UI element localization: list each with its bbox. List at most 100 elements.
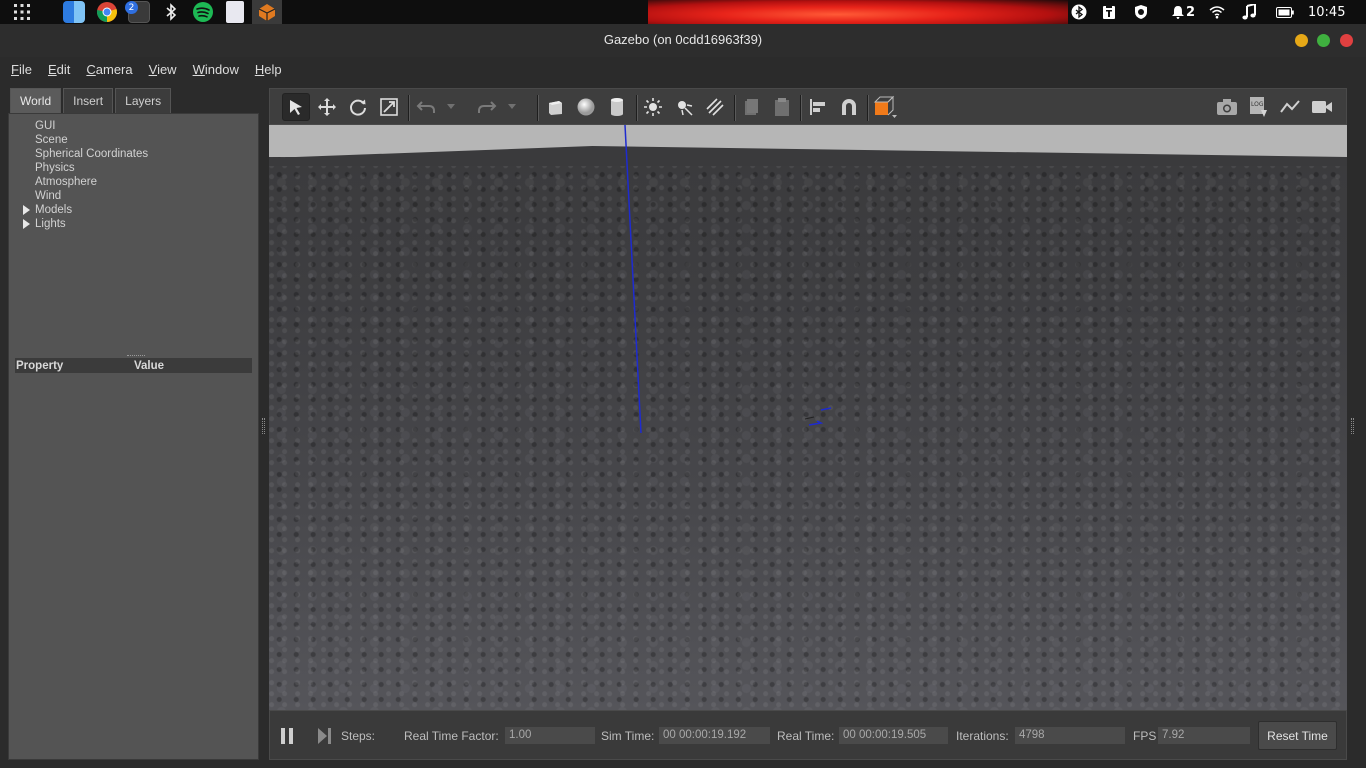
minimize-button[interactable] <box>1295 34 1308 47</box>
scale-mode-button[interactable] <box>375 93 403 121</box>
align-button[interactable] <box>804 93 832 121</box>
menu-edit-label: dit <box>56 61 71 77</box>
wifi-icon[interactable] <box>1209 0 1227 24</box>
directional-light-icon <box>706 98 724 116</box>
sphere-icon <box>577 98 595 116</box>
line-chart-icon <box>1280 100 1300 113</box>
shield-icon[interactable] <box>1133 0 1151 24</box>
chevron-down-icon <box>508 104 516 109</box>
point-light-button[interactable] <box>639 93 667 121</box>
step-button[interactable] <box>317 727 333 748</box>
notification-count: 2 <box>1185 4 1195 20</box>
model-origin-marker[interactable] <box>804 407 832 426</box>
menu-help[interactable]: Help <box>255 62 282 77</box>
undo-history-dropdown[interactable] <box>444 93 458 121</box>
property-column-header: Property <box>16 359 64 372</box>
terminal-badge: 2 <box>125 1 138 14</box>
real-time-factor-field: 1.00 <box>504 726 596 745</box>
gazebo-icon[interactable] <box>252 0 282 24</box>
tree-item-gui[interactable]: GUI <box>35 120 55 132</box>
redo-button[interactable] <box>473 93 501 121</box>
menu-view[interactable]: View <box>149 62 177 77</box>
menu-file-mnemonic: F <box>11 61 19 77</box>
toolbar-separator <box>800 95 802 121</box>
panel-splitter-handle[interactable] <box>127 355 145 357</box>
expand-arrow-icon[interactable] <box>23 219 30 229</box>
window-title-bar[interactable]: Gazebo (on 0cdd16963f39) <box>0 24 1366 57</box>
menu-edit-mnemonic: E <box>47 61 57 77</box>
reset-time-button[interactable]: Reset Time <box>1258 721 1337 750</box>
menu-view-mnemonic: V <box>148 61 158 77</box>
sphere-shape-button[interactable] <box>572 93 600 121</box>
bluetooth-icon[interactable] <box>160 0 182 24</box>
scene-toolbar: LOG <box>269 88 1347 125</box>
redo-history-dropdown[interactable] <box>505 93 519 121</box>
select-mode-button[interactable] <box>282 93 310 121</box>
svg-text:LOG: LOG <box>1251 101 1264 108</box>
menu-window[interactable]: Window <box>193 62 239 77</box>
screenshot-button[interactable] <box>1213 93 1241 121</box>
left-panel: World Insert Layers GUI Scene Spherical … <box>8 88 259 760</box>
menu-file[interactable]: File <box>11 62 32 77</box>
snap-button[interactable] <box>835 93 863 121</box>
tree-item-atmosphere[interactable]: Atmosphere <box>35 176 97 188</box>
cylinder-shape-button[interactable] <box>603 93 631 121</box>
right-resize-handle[interactable] <box>1351 418 1354 434</box>
tab-layers[interactable]: Layers <box>115 88 172 113</box>
document-viewer-icon[interactable] <box>223 0 247 24</box>
plot-button[interactable] <box>1276 93 1304 121</box>
move-arrows-icon <box>318 98 336 116</box>
tab-world[interactable]: World <box>10 88 62 113</box>
box-icon <box>549 101 562 115</box>
menu-camera-label: amera <box>95 61 133 77</box>
battery-icon[interactable] <box>1276 0 1296 24</box>
paste-button[interactable] <box>768 93 796 121</box>
toolbar-separator <box>636 95 638 121</box>
clipboard-icon[interactable] <box>1101 0 1119 24</box>
view-angle-button[interactable] <box>871 93 899 121</box>
translate-mode-button[interactable] <box>313 93 341 121</box>
bluetooth-status-icon[interactable] <box>1071 0 1089 24</box>
sun-light-icon <box>644 98 662 116</box>
menu-window-mnemonic: W <box>192 61 205 77</box>
pause-icon <box>281 728 293 744</box>
tree-item-lights[interactable]: Lights <box>35 218 66 230</box>
time-panel: Steps: Real Time Factor: 1.00 Sim Time: … <box>269 710 1347 760</box>
terminal-icon[interactable]: 2 <box>125 0 152 24</box>
finder-icon[interactable] <box>62 0 86 24</box>
spot-light-icon <box>678 101 693 116</box>
tree-item-spherical-coordinates[interactable]: Spherical Coordinates <box>35 148 148 160</box>
log-data-button[interactable]: LOG <box>1244 93 1272 121</box>
menu-camera[interactable]: Camera <box>86 62 132 77</box>
menu-edit[interactable]: Edit <box>48 62 70 77</box>
clock[interactable]: 10:45 <box>1308 0 1345 24</box>
expand-arrow-icon[interactable] <box>23 205 30 215</box>
chrome-icon[interactable] <box>94 0 120 24</box>
property-table-header: Property Value <box>15 358 252 373</box>
notification-icon[interactable]: 2 <box>1171 0 1195 24</box>
pause-button[interactable] <box>280 727 294 748</box>
apps-grid-icon[interactable] <box>8 0 36 24</box>
3d-viewport[interactable] <box>269 125 1347 710</box>
undo-button[interactable] <box>412 93 440 121</box>
close-button[interactable] <box>1340 34 1353 47</box>
undo-icon <box>416 101 435 113</box>
menu-window-label: indow <box>204 61 239 77</box>
copy-button[interactable] <box>737 93 765 121</box>
tree-item-scene[interactable]: Scene <box>35 134 68 146</box>
z-axis-line <box>624 125 642 434</box>
music-icon[interactable] <box>1242 0 1260 24</box>
directional-light-button[interactable] <box>701 93 729 121</box>
spot-light-button[interactable] <box>670 93 698 121</box>
rotate-mode-button[interactable] <box>344 93 372 121</box>
maximize-button[interactable] <box>1317 34 1330 47</box>
tree-item-physics[interactable]: Physics <box>35 162 75 174</box>
box-shape-button[interactable] <box>541 93 569 121</box>
fps-label: FPS: <box>1133 729 1160 743</box>
record-video-button[interactable] <box>1308 93 1336 121</box>
tree-item-wind[interactable]: Wind <box>35 190 61 202</box>
spotify-icon[interactable] <box>191 0 215 24</box>
left-resize-handle[interactable] <box>262 418 265 434</box>
tree-item-models[interactable]: Models <box>35 204 72 216</box>
tab-insert[interactable]: Insert <box>63 88 114 113</box>
